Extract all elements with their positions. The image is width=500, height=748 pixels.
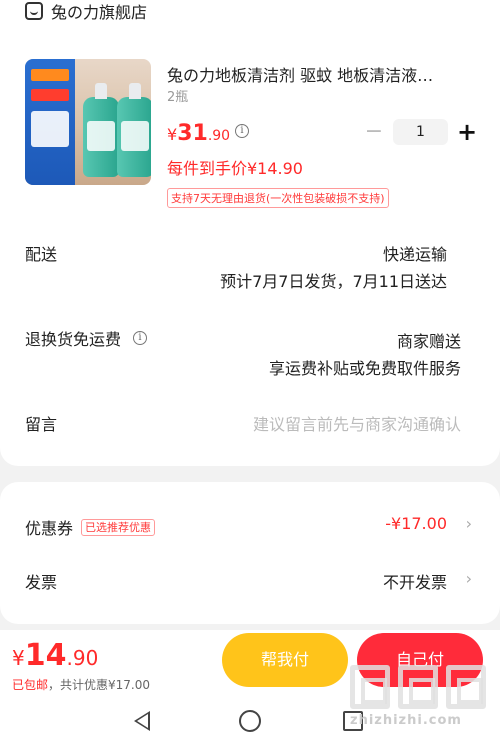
discount-card: 优惠券 已选推荐优惠 -¥17.00 › 发票 不开发票 › <box>0 482 500 624</box>
watermark: zhizhizhi.com <box>350 665 490 735</box>
returns-label: 退换货免运费 <box>25 330 122 349</box>
invoice-value[interactable]: 不开发票 <box>383 569 447 593</box>
message-input[interactable]: 建议留言前先与商家沟通确认 <box>253 411 461 435</box>
returns-detail: 享运费补贴或免费取件服务 <box>268 359 461 378</box>
price-info-icon[interactable]: i <box>235 124 249 138</box>
coupon-row[interactable]: 优惠券 已选推荐优惠 <box>25 515 156 539</box>
coupon-value[interactable]: -¥17.00 <box>385 514 447 533</box>
shipping-discount-note: 已包邮，共计优惠¥17.00 <box>12 678 151 692</box>
product-spec[interactable]: 2瓶 <box>167 86 188 105</box>
invoice-label: 发票 <box>25 573 58 592</box>
message-label: 留言 <box>25 415 58 434</box>
returns-row: 退换货免运费 i <box>25 326 148 350</box>
quantity-stepper: − 1 + <box>364 119 477 145</box>
coupon-tag: 已选推荐优惠 <box>81 518 156 536</box>
delivery-label: 配送 <box>25 245 58 264</box>
total-price: ¥ 14 .90 <box>12 638 99 673</box>
shop-header[interactable]: 兔の力旗舰店 <box>25 0 147 22</box>
back-triangle-icon[interactable] <box>134 711 150 731</box>
chevron-right-icon[interactable]: › <box>466 569 472 588</box>
order-card: 兔の力旗舰店 兔の力地板清洁剂 驱蚊 地板清洁液… 2瓶 ¥ 31 .90 i … <box>0 0 500 466</box>
help-pay-button[interactable]: 帮我付 <box>222 633 348 687</box>
delivery-method[interactable]: 快递运输 <box>383 241 447 265</box>
coupon-label: 优惠券 <box>25 519 74 538</box>
home-circle-icon[interactable] <box>239 710 261 732</box>
chevron-right-icon[interactable]: › <box>466 514 472 533</box>
shop-name: 兔の力旗舰店 <box>51 3 148 22</box>
bottle-2 <box>117 83 151 177</box>
delivery-schedule: 预计7月7日发货，7月11日送达 <box>220 272 447 291</box>
product-image[interactable] <box>25 59 151 185</box>
decrease-button[interactable]: − <box>364 121 384 143</box>
returns-value: 商家赠送 <box>396 332 461 351</box>
increase-button[interactable]: + <box>457 120 477 144</box>
shop-icon <box>25 2 43 20</box>
product-title[interactable]: 兔の力地板清洁剂 驱蚊 地板清洁液… <box>167 62 433 86</box>
bottle-1 <box>83 83 119 177</box>
product-price: ¥ 31 .90 <box>167 121 231 146</box>
return-policy-badge: 支持7天无理由退货(一次性包装破损不支持) <box>167 188 389 208</box>
quantity-input[interactable]: 1 <box>393 119 448 145</box>
unit-price: 每件到手价¥14.90 <box>167 159 303 178</box>
watermark-text: zhizhizhi.com <box>350 713 462 728</box>
returns-info-icon[interactable]: i <box>133 331 148 345</box>
